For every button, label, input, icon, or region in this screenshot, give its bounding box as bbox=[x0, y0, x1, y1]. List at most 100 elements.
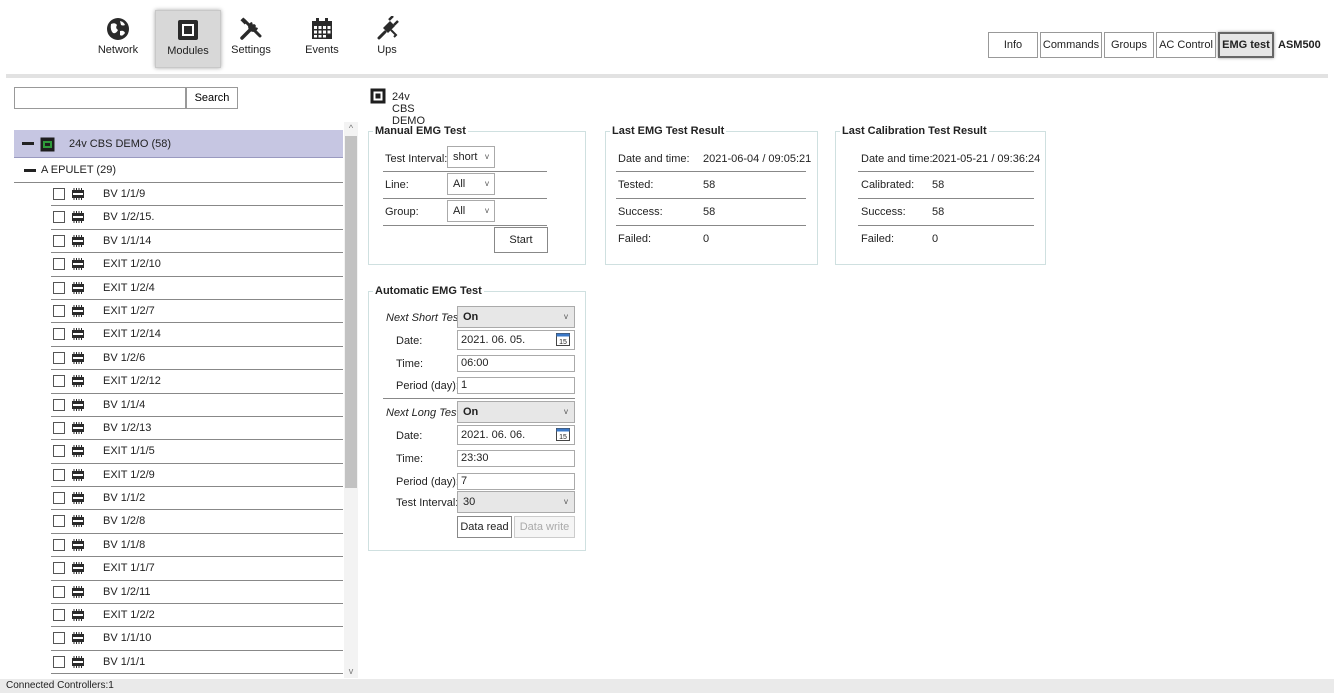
tree-scrollbar[interactable]: ^ v bbox=[344, 122, 358, 678]
tree-item[interactable]: EXIT 1/2/2 bbox=[51, 604, 343, 628]
test-interval-select[interactable]: short v bbox=[447, 146, 495, 168]
app-name: ASM500 bbox=[1278, 39, 1321, 51]
data-read-button[interactable]: Data read bbox=[457, 516, 512, 538]
tree-item[interactable]: EXIT 1/1/5 bbox=[51, 440, 343, 464]
item-checkbox[interactable] bbox=[53, 655, 65, 668]
tree-item[interactable]: BV 1/1/14 bbox=[51, 230, 343, 254]
row-divider bbox=[383, 398, 575, 399]
scroll-thumb[interactable] bbox=[345, 136, 357, 488]
tree-item[interactable]: BV 1/1/9 bbox=[51, 183, 343, 207]
tree-item-label: BV 1/2/11 bbox=[103, 585, 151, 598]
calendar-icon[interactable]: 15 bbox=[556, 333, 570, 346]
toolbar-divider bbox=[6, 74, 1328, 78]
scroll-down-icon[interactable]: v bbox=[346, 666, 356, 676]
collapse-icon[interactable] bbox=[24, 169, 36, 172]
item-checkbox[interactable] bbox=[53, 351, 65, 364]
item-checkbox[interactable] bbox=[53, 632, 65, 645]
calibrated-value: 58 bbox=[932, 179, 945, 191]
tree-item[interactable]: BV 1/1/8 bbox=[51, 534, 343, 558]
group-select[interactable]: All v bbox=[447, 200, 495, 222]
module-title: 24v CBS DEMO bbox=[392, 91, 425, 127]
long-period-input[interactable]: 7 bbox=[457, 473, 575, 490]
device-chip-icon bbox=[72, 609, 84, 622]
auto-interval-select[interactable]: 30 v bbox=[457, 491, 575, 513]
nav-modules[interactable]: Modules bbox=[155, 10, 221, 68]
item-checkbox[interactable] bbox=[53, 421, 65, 434]
tree-item-label: EXIT 1/2/12 bbox=[103, 375, 161, 388]
item-checkbox[interactable] bbox=[53, 398, 65, 411]
row-divider bbox=[616, 171, 806, 172]
tree-item-label: EXIT 1/2/4 bbox=[103, 281, 155, 294]
tab-commands[interactable]: Commands bbox=[1040, 32, 1102, 58]
long-time-input[interactable]: 23:30 bbox=[457, 450, 575, 467]
tree-item[interactable]: BV 1/1/1 bbox=[51, 651, 343, 675]
nav-network[interactable]: Network bbox=[85, 10, 151, 68]
tab-groups[interactable]: Groups bbox=[1104, 32, 1154, 58]
tree-item-label: BV 1/2/15. bbox=[103, 211, 155, 224]
item-checkbox[interactable] bbox=[53, 375, 65, 388]
short-period-input[interactable]: 1 bbox=[457, 377, 575, 394]
item-checkbox[interactable] bbox=[53, 585, 65, 598]
tree-item[interactable]: BV 1/1/10 bbox=[51, 627, 343, 651]
line-select[interactable]: All v bbox=[447, 173, 495, 195]
tree-item[interactable]: BV 1/2/13 bbox=[51, 417, 343, 441]
next-long-select[interactable]: On v bbox=[457, 401, 575, 423]
item-checkbox[interactable] bbox=[53, 234, 65, 247]
short-time-input[interactable]: 06:00 bbox=[457, 355, 575, 372]
tested-label: Tested: bbox=[618, 179, 654, 191]
item-checkbox[interactable] bbox=[53, 211, 65, 224]
tab-info[interactable]: Info bbox=[988, 32, 1038, 58]
tree-item[interactable]: BV 1/2/8 bbox=[51, 510, 343, 534]
tree-item[interactable]: BV 1/2/11 bbox=[51, 581, 343, 605]
item-checkbox[interactable] bbox=[53, 258, 65, 271]
tree-item[interactable]: EXIT 1/2/9 bbox=[51, 464, 343, 488]
tree-item[interactable]: EXIT 1/2/4 bbox=[51, 277, 343, 300]
tree-item[interactable]: EXIT 1/2/14 bbox=[51, 323, 343, 347]
short-date-value: 2021. 06. 05. bbox=[461, 334, 526, 346]
item-checkbox[interactable] bbox=[53, 188, 65, 200]
next-short-select[interactable]: On v bbox=[457, 306, 575, 328]
nav-events[interactable]: Events bbox=[289, 10, 355, 68]
tree-item[interactable]: BV 1/2/6 bbox=[51, 347, 343, 371]
item-checkbox[interactable] bbox=[53, 304, 65, 317]
plug-icon bbox=[377, 16, 399, 40]
tree-root-node[interactable]: 24v CBS DEMO (58) bbox=[14, 130, 343, 158]
item-checkbox[interactable] bbox=[53, 445, 65, 458]
long-time-label: Time: bbox=[396, 453, 424, 465]
tree-item[interactable]: BV 1/2/15. bbox=[51, 206, 343, 230]
tab-ac-control[interactable]: AC Control bbox=[1156, 32, 1216, 58]
item-checkbox[interactable] bbox=[53, 281, 65, 294]
tree-item[interactable]: BV 1/1/4 bbox=[51, 394, 343, 417]
tree-item[interactable]: EXIT 1/2/10 bbox=[51, 253, 343, 277]
search-button[interactable]: Search bbox=[186, 87, 238, 109]
item-checkbox[interactable] bbox=[53, 538, 65, 551]
long-date-input[interactable]: 2021. 06. 06. 15 bbox=[457, 425, 575, 445]
scroll-up-icon[interactable]: ^ bbox=[346, 123, 356, 133]
chevron-down-icon: v bbox=[485, 206, 489, 215]
tree-item[interactable]: EXIT 1/2/12 bbox=[51, 370, 343, 394]
module-icon bbox=[40, 137, 55, 152]
data-write-button[interactable]: Data write bbox=[514, 516, 575, 538]
tab-emg-test[interactable]: EMG test bbox=[1218, 32, 1274, 58]
device-chip-icon bbox=[72, 655, 84, 668]
tree-item-label: BV 1/1/8 bbox=[103, 538, 146, 551]
tree-item[interactable]: EXIT 1/2/7 bbox=[51, 300, 343, 324]
nav-ups[interactable]: Ups bbox=[354, 10, 420, 68]
collapse-icon[interactable] bbox=[22, 142, 34, 145]
short-date-input[interactable]: 2021. 06. 05. 15 bbox=[457, 330, 575, 350]
nav-settings[interactable]: Settings bbox=[218, 10, 284, 68]
search-input[interactable] bbox=[14, 87, 186, 109]
tree-group-node[interactable]: A EPULET (29) bbox=[14, 158, 343, 183]
start-button[interactable]: Start bbox=[494, 227, 548, 253]
item-checkbox[interactable] bbox=[53, 515, 65, 528]
tree-item[interactable]: EXIT 1/1/7 bbox=[51, 557, 343, 581]
item-checkbox[interactable] bbox=[53, 468, 65, 481]
tree-item-label: BV 1/1/1 bbox=[103, 655, 146, 668]
tree-item[interactable]: BV 1/1/2 bbox=[51, 487, 343, 511]
item-checkbox[interactable] bbox=[53, 492, 65, 505]
item-checkbox[interactable] bbox=[53, 609, 65, 622]
item-checkbox[interactable] bbox=[53, 328, 65, 341]
item-checkbox[interactable] bbox=[53, 562, 65, 575]
calendar-icon[interactable]: 15 bbox=[556, 428, 570, 441]
group-value: All bbox=[453, 205, 466, 217]
